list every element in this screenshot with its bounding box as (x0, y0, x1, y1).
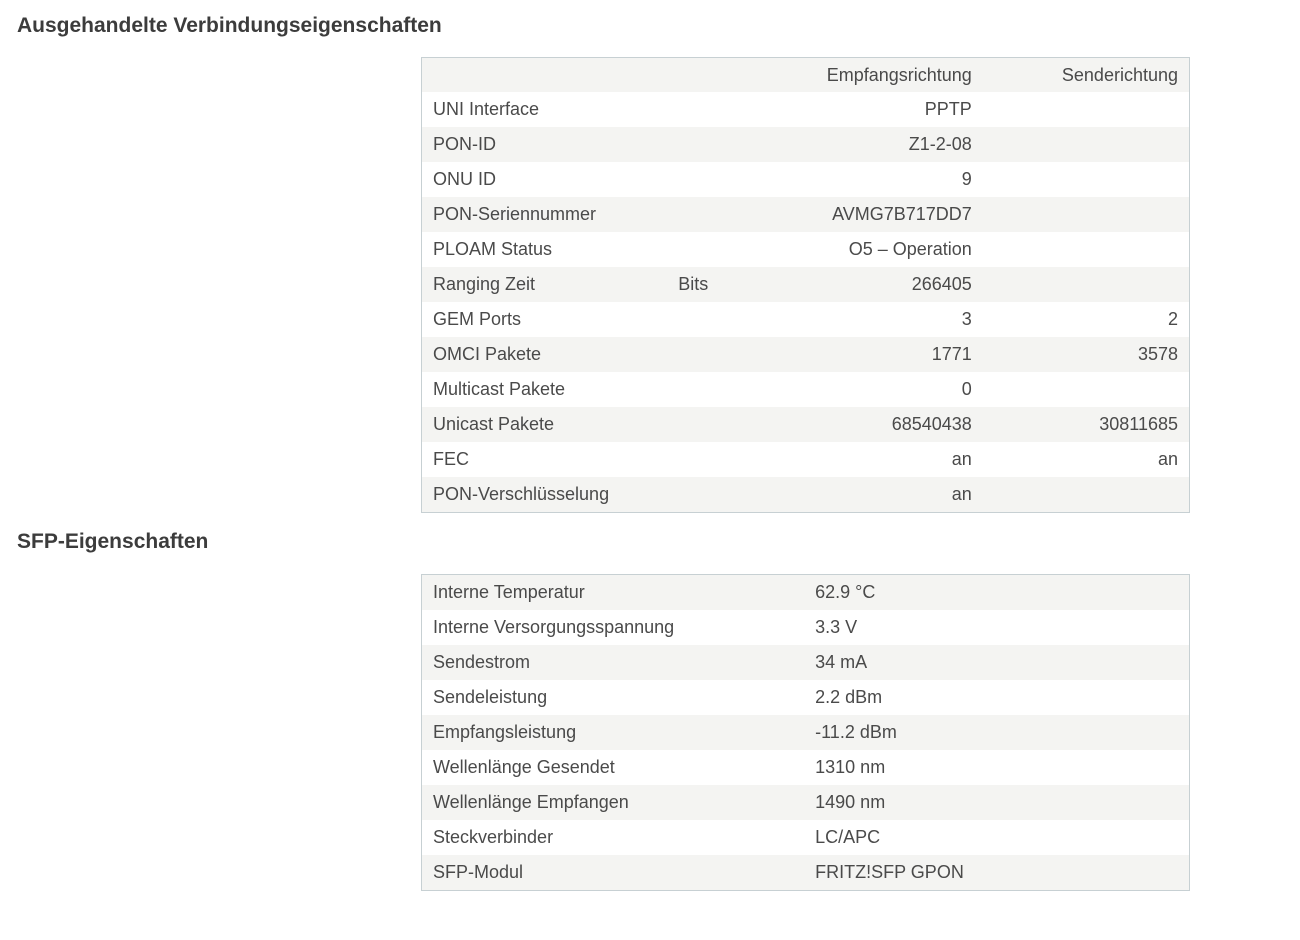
row-send-value: 2 (1167, 309, 1178, 329)
connection-properties-heading: Ausgehandelte Verbindungseigenschaften (17, 14, 442, 37)
connection-properties-table: Empfangsrichtung Senderichtung UNI Inter… (421, 57, 1190, 513)
row-label: Wellenlänge Empfangen (433, 792, 629, 812)
row-receive-value: PPTP (924, 99, 972, 119)
row-value: 2.2 dBm (815, 687, 883, 707)
row-value: 1490 nm (815, 792, 886, 812)
row-unit (667, 442, 747, 477)
row-send-value (983, 477, 1190, 513)
row-unit (667, 127, 747, 162)
row-label: GEM Ports (433, 309, 522, 329)
row-label: Interne Versorgungsspannung (433, 617, 675, 637)
table-row: Interne Temperatur 62.9 °C (421, 574, 1190, 610)
row-receive-value: 1771 (931, 344, 972, 364)
table-row: UNI Interface PPTP (421, 92, 1190, 127)
row-label: Interne Temperatur (433, 582, 585, 602)
row-value: 62.9 °C (815, 582, 876, 602)
row-unit (667, 372, 747, 407)
row-unit (667, 92, 747, 127)
column-header-receive-direction: Empfangsrichtung (747, 57, 983, 92)
table-row: PON-Seriennummer AVMG7B717DD7 (421, 197, 1190, 232)
row-value: 1310 nm (815, 757, 886, 777)
row-unit: Bits (678, 274, 709, 294)
table-row: OMCI Pakete 1771 3578 (421, 337, 1190, 372)
row-receive-value: 0 (961, 379, 972, 399)
column-header-send-direction: Senderichtung (982, 57, 1190, 92)
row-label: UNI Interface (433, 99, 540, 119)
row-receive-value: Z1-2-08 (908, 134, 972, 154)
row-label: FEC (433, 449, 469, 469)
row-send-value (983, 232, 1190, 267)
row-value: -11.2 dBm (815, 722, 897, 742)
table-row: PON-Verschlüsselung an (421, 477, 1190, 513)
row-label: Ranging Zeit (433, 274, 536, 294)
row-label: Steckverbinder (433, 827, 554, 847)
row-label: PON-Seriennummer (433, 204, 597, 224)
row-unit (667, 197, 747, 232)
row-send-value: an (1157, 449, 1178, 469)
column-header-unit (667, 57, 748, 92)
table-row: Sendeleistung 2.2 dBm (421, 680, 1190, 715)
row-label: Multicast Pakete (433, 379, 566, 399)
table-row: Multicast Pakete 0 (421, 372, 1190, 407)
table-header-row: Empfangsrichtung Senderichtung (421, 57, 1190, 92)
sfp-properties-heading: SFP-Eigenschaften (17, 530, 209, 553)
row-receive-value: 9 (961, 169, 972, 189)
table-row: FEC an an (421, 442, 1190, 477)
table-row: Ranging Zeit Bits 266405 (421, 267, 1190, 302)
row-label: PLOAM Status (433, 239, 553, 259)
row-unit (667, 337, 747, 372)
table-row: Wellenlänge Empfangen 1490 nm (421, 785, 1190, 820)
row-label: Wellenlänge Gesendet (433, 757, 615, 777)
table-row: Wellenlänge Gesendet 1310 nm (421, 750, 1190, 785)
row-unit (667, 477, 747, 513)
row-label: PON-Verschlüsselung (433, 484, 610, 504)
table-row: Steckverbinder LC/APC (421, 820, 1190, 855)
row-receive-value: 266405 (911, 274, 972, 294)
row-send-value: 30811685 (1099, 414, 1178, 434)
row-send-value (983, 92, 1190, 127)
row-receive-value: an (951, 484, 972, 504)
table-row: SFP-Modul FRITZ!SFP GPON (421, 855, 1190, 891)
table-row: Empfangsleistung -11.2 dBm (421, 715, 1190, 750)
row-send-value: 3578 (1137, 344, 1178, 364)
row-receive-value: an (951, 449, 972, 469)
row-receive-value: 3 (961, 309, 972, 329)
row-send-value (983, 162, 1190, 197)
row-unit (667, 232, 747, 267)
row-label: Sendestrom (433, 652, 531, 672)
row-receive-value: O5 – Operation (848, 239, 972, 259)
row-label: OMCI Pakete (433, 344, 542, 364)
sfp-properties-table: Interne Temperatur 62.9 °C Interne Versorg… (421, 574, 1190, 891)
row-send-value (983, 127, 1190, 162)
row-label: SFP-Modul (433, 862, 524, 882)
row-label: ONU ID (433, 169, 496, 189)
row-send-value (983, 372, 1190, 407)
row-label: Empfangsleistung (433, 722, 577, 742)
row-receive-value: 68540438 (891, 414, 972, 434)
row-unit (667, 162, 747, 197)
row-label: Unicast Pakete (433, 414, 555, 434)
row-unit (667, 407, 747, 442)
table-row: Unicast Pakete 68540438 30811685 (421, 407, 1190, 442)
row-send-value (983, 267, 1190, 302)
row-value: 3.3 V (815, 617, 858, 637)
row-send-value (983, 197, 1190, 232)
row-receive-value: AVMG7B717DD7 (832, 204, 972, 224)
row-value: 34 mA (815, 652, 868, 672)
row-label: Sendeleistung (433, 687, 548, 707)
row-unit (667, 302, 747, 337)
table-row: Sendestrom 34 mA (421, 645, 1190, 680)
row-label: PON-ID (433, 134, 496, 154)
table-row: Interne Versorgungsspannung 3.3 V (421, 610, 1190, 645)
table-row: PLOAM Status O5 – Operation (421, 232, 1190, 267)
table-row: GEM Ports 3 2 (421, 302, 1190, 337)
row-value: FRITZ!SFP GPON (815, 862, 964, 882)
column-header-label (421, 57, 668, 92)
table-row: ONU ID 9 (421, 162, 1190, 197)
row-value: LC/APC (815, 827, 881, 847)
table-row: PON-ID Z1-2-08 (421, 127, 1190, 162)
